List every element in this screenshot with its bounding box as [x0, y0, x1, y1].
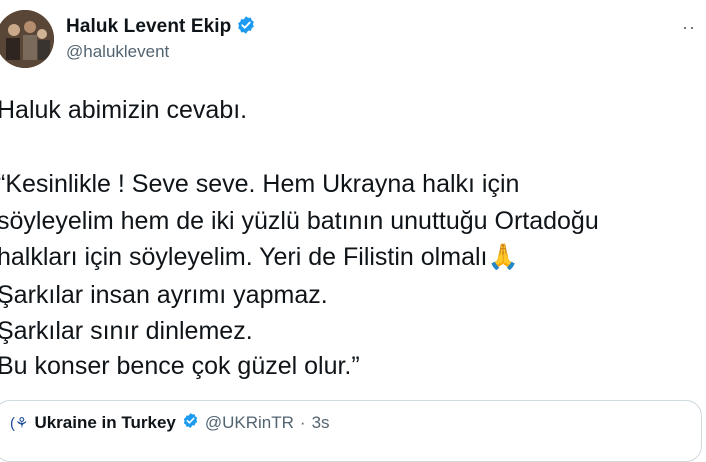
verified-badge-icon [236, 15, 256, 40]
tweet-line: Şarkılar sınır dinlemez. [0, 317, 253, 345]
tweet-line-text: halkları için söyleyelim. Yeri de Filist… [0, 243, 488, 271]
tweet-line: söyleyelim hem de iki yüzlü batının unut… [0, 207, 599, 235]
tweet-line: Şarkılar insan ayrımı yapmaz. [0, 281, 328, 309]
folded-hands-emoji-icon: 🙏 [487, 243, 519, 271]
avatar[interactable] [0, 10, 54, 68]
quoted-timestamp[interactable]: 3s [312, 413, 330, 433]
tweet-line-with-emoji: halkları için söyleyelim. Yeri de Filist… [0, 243, 519, 272]
quoted-separator: · [299, 413, 306, 432]
tweet-line: “Kesinlikle ! Seve seve. Hem Ukrayna hal… [0, 170, 520, 198]
tweet-line: Bu konser bence çok güzel olur.” [0, 352, 360, 380]
author-handle[interactable]: @haluklevent [66, 42, 169, 62]
author-name-row[interactable]: Haluk Levent Ekip [66, 14, 256, 40]
tweet-line: Haluk abimizin cevabı. [0, 96, 248, 124]
quoted-handle[interactable]: @UKRinTR [205, 413, 294, 433]
more-horizontal-icon[interactable]: ·· [682, 17, 696, 38]
quoted-avatar-icon: (⚘ [10, 415, 29, 432]
author-display-name[interactable]: Haluk Levent Ekip [66, 16, 231, 38]
quoted-display-name[interactable]: Ukraine in Turkey [34, 413, 175, 433]
